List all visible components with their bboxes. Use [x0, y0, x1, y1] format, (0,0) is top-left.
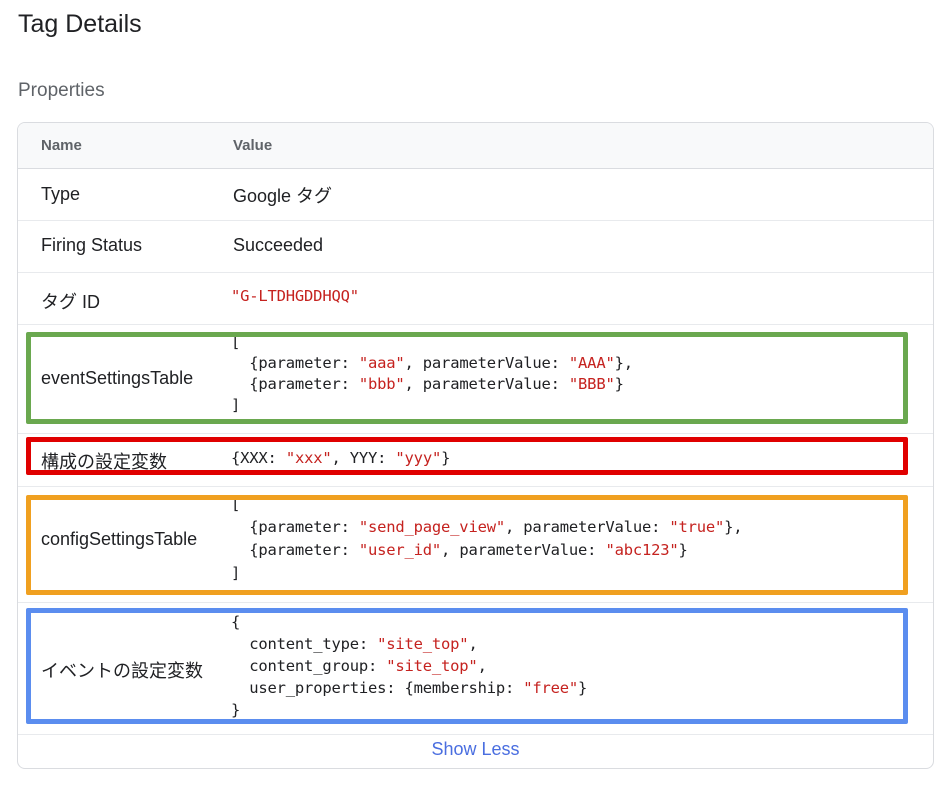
section-title: Properties	[18, 80, 105, 101]
row-value-config-vars: {XXX: "xxx", YYY: "yyy"}	[231, 449, 451, 467]
row-name-tag-id: タグ ID	[41, 292, 101, 312]
row-name-type: Type	[41, 184, 81, 204]
table-row: Type Google タグ	[18, 169, 933, 221]
table-header: Name Value	[18, 123, 933, 169]
properties-table: Name Value Type Google タグ Firing Status …	[17, 122, 934, 769]
table-row: Firing Status Succeeded	[18, 220, 933, 273]
row-value-tag-id: "G-LTDHGDDHQQ"	[231, 287, 359, 305]
table-row: 構成の設定変数 {XXX: "xxx", YYY: "yyy"}	[18, 433, 933, 487]
row-value-event-settings: [ {parameter: "aaa", parameterValue: "AA…	[231, 333, 633, 414]
row-name-config-settings: configSettingsTable	[41, 529, 198, 549]
table-row: タグ ID "G-LTDHGDDHQQ"	[18, 272, 933, 325]
show-less-button[interactable]: Show Less	[18, 734, 933, 768]
row-name-config-vars: 構成の設定変数	[41, 452, 167, 472]
header-value: Value	[233, 137, 273, 154]
row-value-firing-status: Succeeded	[233, 235, 324, 255]
row-name-event-vars: イベントの設定変数	[41, 661, 203, 681]
row-value-config-settings: [ {parameter: "send_page_view", paramete…	[231, 495, 743, 582]
table-row: eventSettingsTable [ {parameter: "aaa", …	[18, 324, 933, 434]
table-row: イベントの設定変数 { content_type: "site_top", co…	[18, 602, 933, 735]
page-title: Tag Details	[18, 10, 142, 38]
row-value-event-vars: { content_type: "site_top", content_grou…	[231, 613, 588, 719]
table-row: configSettingsTable [ {parameter: "send_…	[18, 486, 933, 603]
row-value-type: Google タグ	[233, 186, 333, 206]
row-name-event-settings: eventSettingsTable	[41, 368, 194, 388]
row-name-firing-status: Firing Status	[41, 235, 143, 255]
header-name: Name	[41, 137, 82, 154]
